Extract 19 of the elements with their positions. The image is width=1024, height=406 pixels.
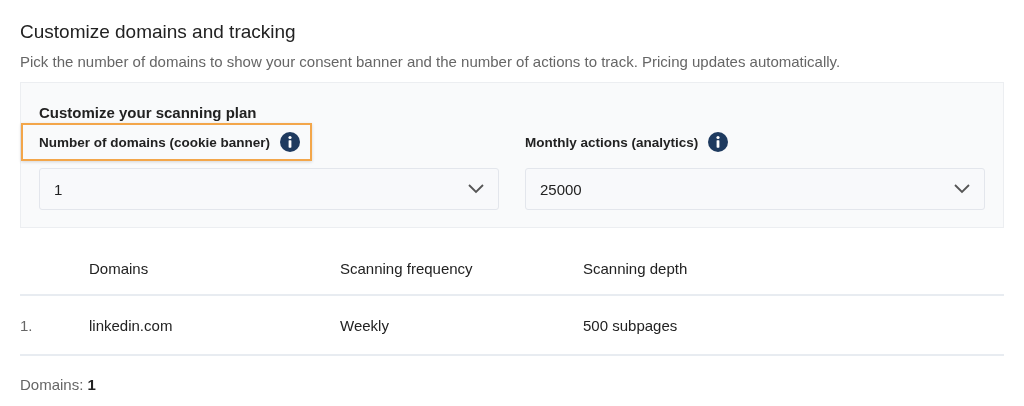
- dropdown-field[interactable]: 25000: [525, 168, 985, 210]
- panel-title: Customize your scanning plan: [39, 103, 258, 123]
- column-header: Domains: [89, 259, 150, 277]
- column-header: Scanning depth: [583, 259, 688, 277]
- table-cell-text: linkedin.com: [89, 316, 174, 334]
- info-icon[interactable]: [280, 132, 301, 152]
- row-number: 1.: [20, 316, 34, 334]
- domain-count: Domains: 1: [20, 376, 97, 393]
- section-description: Pick the number of domains to show your consent banner and the number of actions to track. Pricing updates automatically.: [20, 52, 842, 72]
- column-header: Scanning frequency: [340, 259, 474, 277]
- chevron-down-icon: [954, 184, 970, 194]
- chevron-down-icon: [468, 184, 484, 194]
- table-cell-text: Weekly: [340, 316, 390, 334]
- field-label: Number of domains (cookie banner): [39, 134, 271, 150]
- field-label: Monthly actions (analytics): [525, 134, 699, 150]
- table-cell: 500 subpages: [583, 316, 678, 334]
- section-title: Customize domains and tracking: [20, 20, 297, 44]
- dropdown-field[interactable]: 1: [39, 168, 499, 210]
- info-icon[interactable]: [708, 132, 729, 152]
